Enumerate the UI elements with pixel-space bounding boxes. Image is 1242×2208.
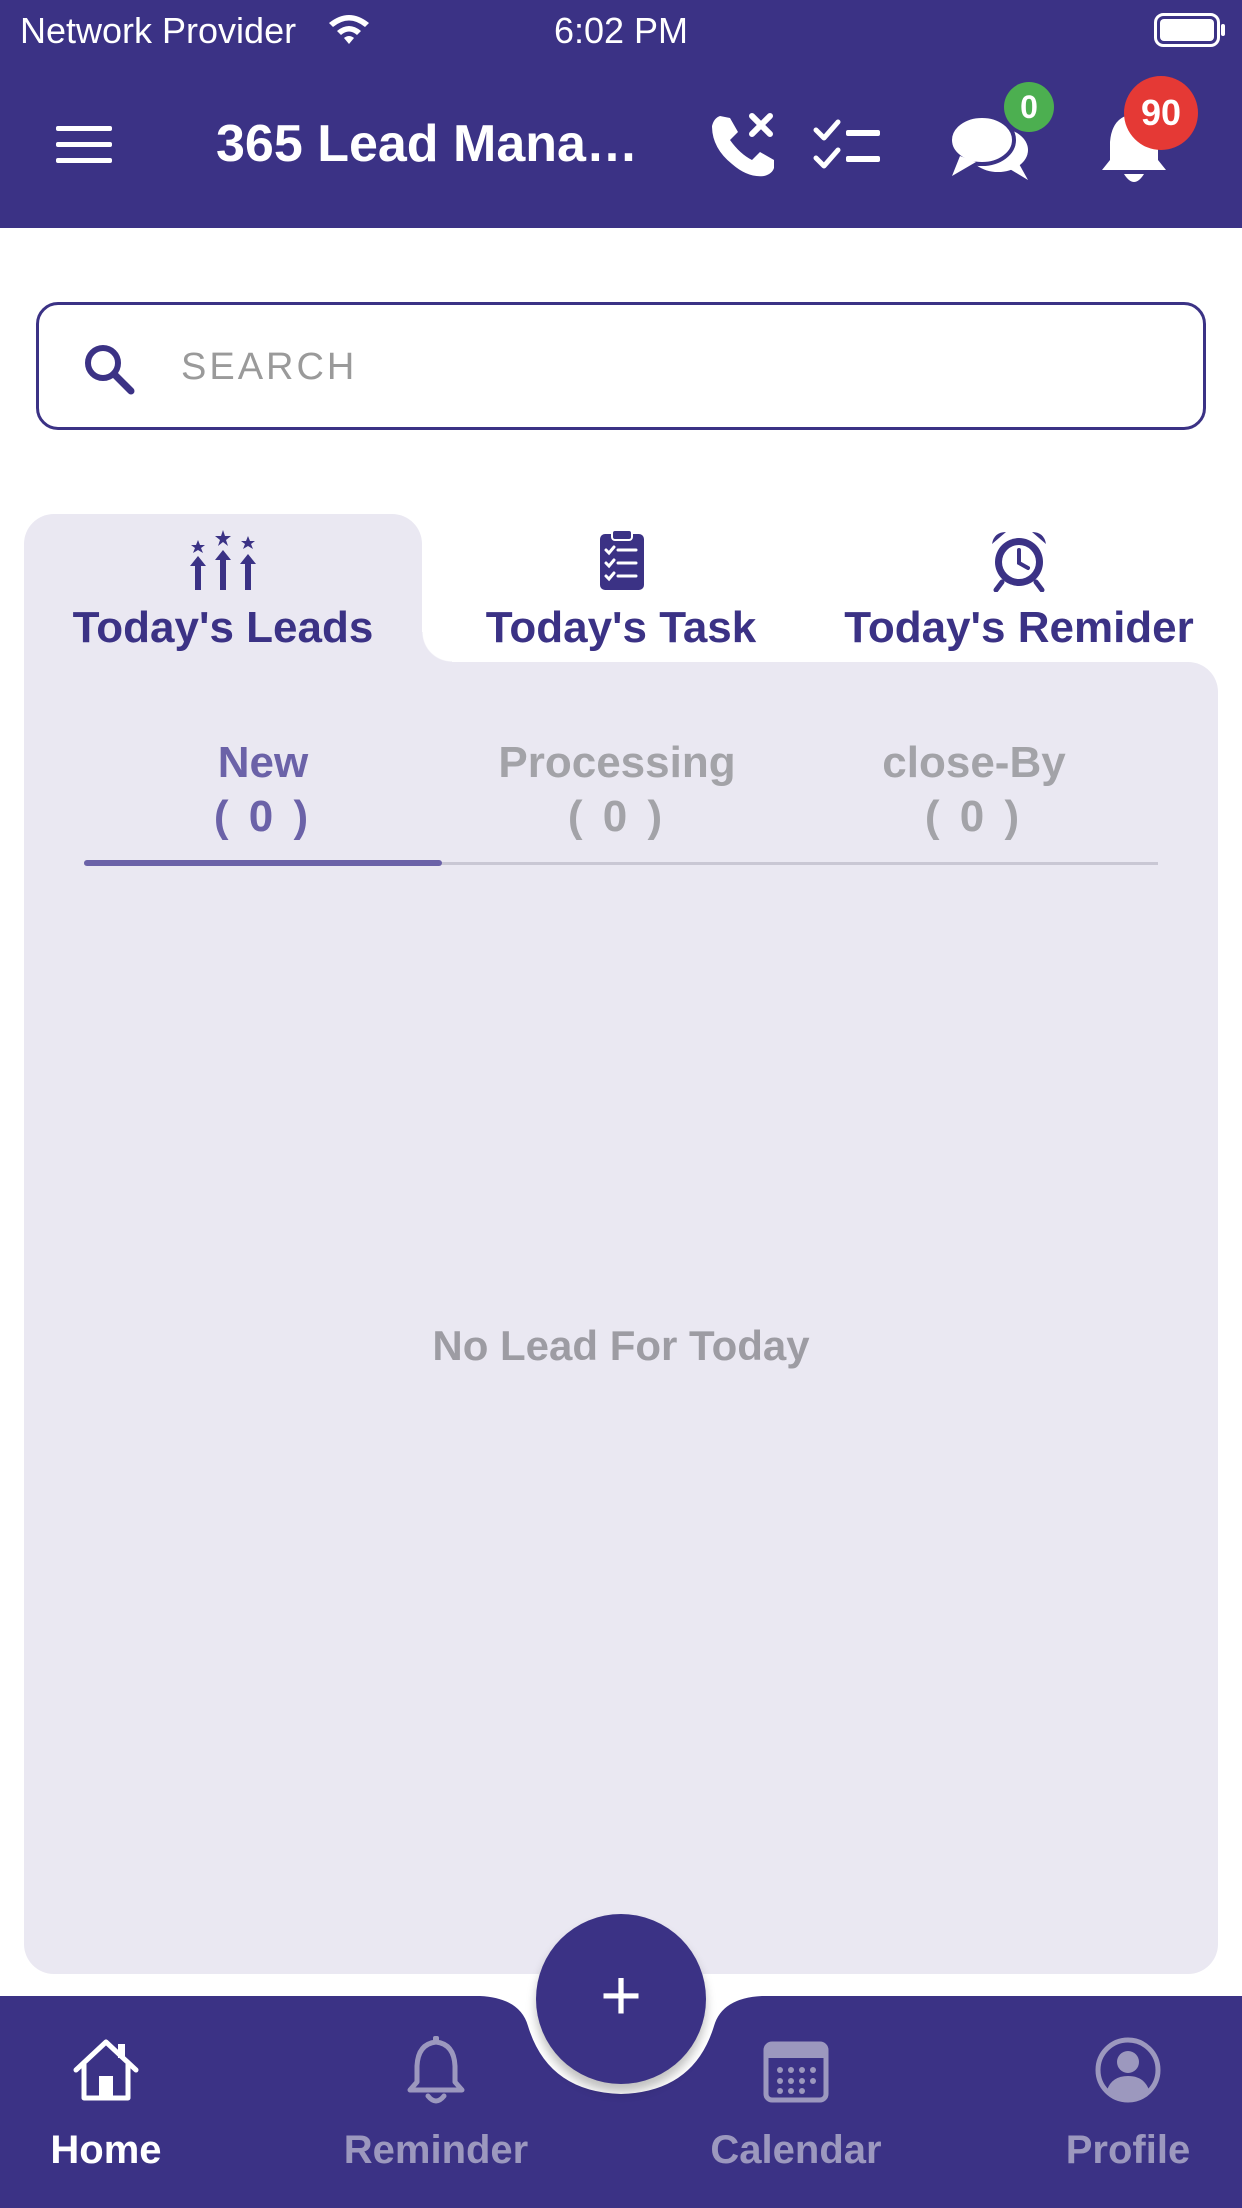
subtab-selected-indicator <box>84 860 442 866</box>
calendar-icon <box>763 2041 829 2103</box>
subtab-processing[interactable]: Processing ( 0 ) <box>442 736 792 848</box>
app-header: Network Provider 6:02 PM 365 Lead Mana… <box>0 0 1242 228</box>
nav-home[interactable]: Home <box>0 2034 226 2184</box>
notification-count-badge: 90 <box>1124 76 1198 150</box>
status-bar: Network Provider 6:02 PM <box>0 0 1242 62</box>
nav-reminder[interactable]: Reminder <box>316 2034 556 2184</box>
alarm-clock-icon <box>992 532 1046 592</box>
battery-icon <box>1154 13 1225 47</box>
app-title: 365 Lead Mana… <box>216 115 638 173</box>
nav-label: Home <box>50 2128 162 2172</box>
search-icon <box>85 345 135 395</box>
search-bar[interactable] <box>36 302 1206 430</box>
plus-icon: + <box>599 1956 643 2036</box>
search-input[interactable] <box>181 329 1161 405</box>
tab-label: Today's Remider <box>844 603 1194 652</box>
nav-label: Reminder <box>343 2128 529 2172</box>
subtab-count: ( 0 ) <box>567 792 667 841</box>
user-circle-icon <box>1095 2037 1161 2103</box>
nav-label: Profile <box>1065 2128 1191 2172</box>
subtab-close-by[interactable]: close-By ( 0 ) <box>792 736 1156 848</box>
status-time: 6:02 PM <box>553 10 689 51</box>
empty-state-message: No Lead For Today <box>432 1322 810 1369</box>
clipboard-checklist-icon <box>600 529 644 590</box>
add-lead-fab-button[interactable]: + <box>536 1914 706 2084</box>
tab-label: Today's Task <box>485 603 757 652</box>
chat-count-badge: 0 <box>1004 82 1054 132</box>
nav-calendar[interactable]: Calendar <box>676 2034 916 2184</box>
bell-outline-icon <box>407 2036 465 2104</box>
tab-label: Today's Leads <box>72 603 374 652</box>
app-bar: 365 Lead Mana… 0 90 <box>0 62 1242 228</box>
subtab-label: close-By <box>882 738 1066 787</box>
tab-todays-reminder[interactable]: Today's Remider <box>820 514 1218 664</box>
subtab-label: Processing <box>498 738 736 787</box>
subtab-new[interactable]: New ( 0 ) <box>84 736 442 848</box>
leads-growth-icon <box>190 530 256 590</box>
subtab-count: ( 0 ) <box>213 792 313 841</box>
content-panel <box>24 662 1218 1974</box>
missed-call-icon[interactable] <box>706 108 780 182</box>
hamburger-menu-icon[interactable] <box>52 112 116 176</box>
task-checklist-icon[interactable] <box>812 114 884 178</box>
nav-label: Calendar <box>710 2128 882 2172</box>
home-icon <box>73 2039 139 2101</box>
tab-todays-task[interactable]: Today's Task <box>422 514 820 664</box>
tab-todays-leads[interactable]: Today's Leads <box>24 514 422 664</box>
subtab-count: ( 0 ) <box>924 792 1024 841</box>
subtab-label: New <box>217 738 309 787</box>
nav-profile[interactable]: Profile <box>1008 2034 1242 2184</box>
